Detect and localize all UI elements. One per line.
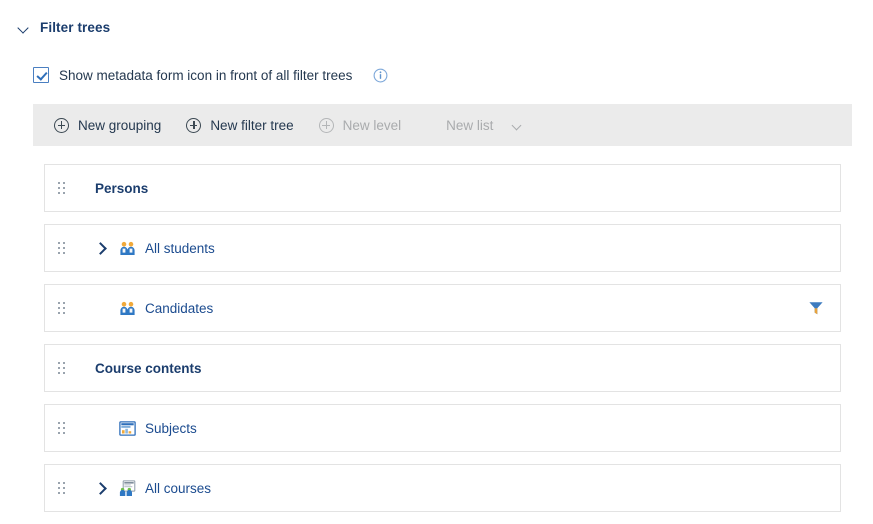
table-row[interactable]: Candidates	[44, 284, 841, 332]
plus-circle-icon	[186, 117, 202, 133]
row-label: Candidates	[145, 300, 214, 316]
show-metadata-form-icon-label: Show metadata form icon in front of all …	[59, 67, 353, 83]
drag-handle-icon[interactable]	[58, 181, 67, 195]
drag-handle-icon[interactable]	[58, 421, 67, 435]
filter-trees-panel: New grouping New filter tree New level N…	[33, 104, 852, 524]
section-header[interactable]: Filter trees	[0, 0, 873, 37]
plus-circle-icon	[318, 117, 334, 133]
drag-handle-icon[interactable]	[58, 301, 67, 315]
drag-handle-icon[interactable]	[58, 361, 67, 375]
new-grouping-label: New grouping	[78, 117, 162, 133]
info-circle-icon[interactable]	[373, 68, 388, 83]
drag-handle-icon[interactable]	[58, 481, 67, 495]
people-icon	[119, 240, 136, 257]
chevron-right-icon[interactable]	[93, 481, 107, 495]
metadata-form-people-icon	[119, 479, 136, 497]
row-label: All courses	[145, 480, 212, 496]
table-row[interactable]: All students	[44, 224, 841, 272]
table-row[interactable]: Course contents	[44, 344, 841, 392]
row-label: Course contents	[95, 360, 202, 376]
new-list-label: New list	[446, 117, 494, 133]
new-list-dropdown: New list	[446, 118, 523, 133]
plus-circle-icon	[54, 117, 69, 133]
metadata-form-icon	[119, 420, 136, 437]
new-level-button: New level	[318, 117, 402, 133]
row-label: All students	[145, 240, 215, 256]
new-filter-tree-label: New filter tree	[210, 117, 294, 133]
table-row[interactable]: Subjects	[44, 404, 841, 452]
filter-trees-page: Filter trees Show metadata form icon in …	[0, 0, 873, 524]
filter-tree-list: Persons All students Candidates Course c…	[33, 146, 852, 512]
new-filter-tree-button[interactable]: New filter tree	[186, 117, 294, 133]
new-grouping-button[interactable]: New grouping	[54, 117, 162, 133]
table-row[interactable]: All courses	[44, 464, 841, 512]
table-row[interactable]: Persons	[44, 164, 841, 212]
chevron-right-icon[interactable]	[93, 241, 107, 255]
chevron-down-icon	[512, 120, 523, 131]
row-label: Persons	[95, 180, 149, 196]
show-metadata-icon-option: Show metadata form icon in front of all …	[33, 64, 873, 86]
show-metadata-form-icon-checkbox[interactable]	[33, 67, 49, 83]
new-level-label: New level	[342, 117, 402, 133]
filter-funnel-icon[interactable]	[808, 300, 824, 316]
chevron-down-icon[interactable]	[18, 21, 31, 34]
row-label: Subjects	[145, 420, 197, 436]
people-icon	[119, 300, 136, 317]
filter-trees-toolbar: New grouping New filter tree New level N…	[33, 104, 852, 146]
page-title: Filter trees	[40, 19, 111, 35]
row-actions	[808, 300, 824, 316]
drag-handle-icon[interactable]	[58, 241, 67, 255]
